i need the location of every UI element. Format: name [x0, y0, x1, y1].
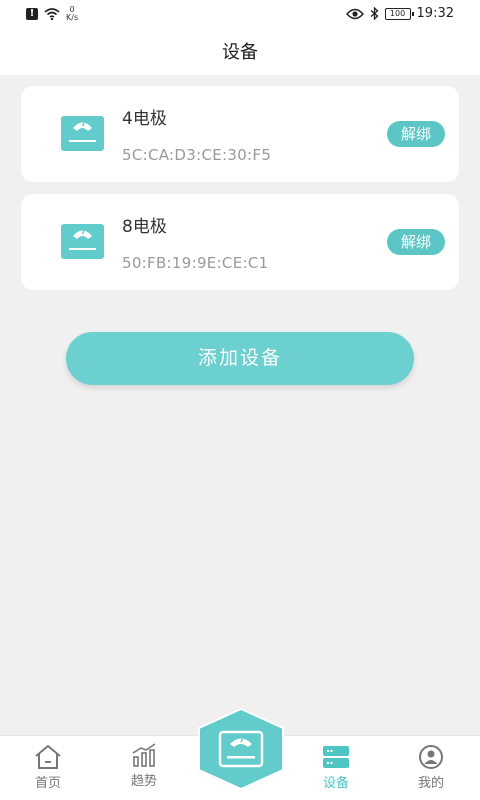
clock: 19:32	[416, 6, 454, 21]
status-right: 100 19:32	[345, 6, 454, 21]
device-name: 8电极	[122, 217, 167, 237]
nav-item-home[interactable]: 首页	[18, 744, 78, 791]
device-card[interactable]: 4电极 5C:CA:D3:CE:30:F5 解绑	[21, 86, 459, 182]
trend-icon	[132, 743, 156, 767]
nav-label: 设备	[322, 776, 349, 791]
device-card[interactable]: 8电极 50:FB:19:9E:CE:C1 解绑	[21, 194, 459, 290]
unbind-button[interactable]: 解绑	[387, 229, 445, 255]
nav-item-device[interactable]: 设备	[306, 744, 366, 791]
nav-item-mine[interactable]: 我的	[401, 744, 461, 791]
status-left: ! 0 K/s	[26, 6, 78, 22]
home-icon	[35, 745, 61, 769]
alert-icon: !	[26, 8, 38, 20]
nav-label: 趋势	[130, 774, 157, 789]
page-title: 设备	[222, 42, 258, 63]
hexagon-icon	[198, 707, 284, 791]
unbind-button[interactable]: 解绑	[387, 121, 445, 147]
net-speed: 0 K/s	[66, 6, 78, 22]
status-bar: ! 0 K/s 100 19:32	[0, 0, 480, 30]
header: 设备	[0, 30, 480, 75]
net-speed-unit: K/s	[66, 13, 79, 22]
bluetooth-icon	[370, 7, 378, 20]
scale-icon	[61, 224, 104, 259]
nav-item-trend[interactable]: 趋势	[114, 742, 174, 789]
device-name: 4电极	[122, 109, 167, 129]
nav-label: 我的	[417, 776, 444, 791]
center-scale-button[interactable]	[196, 707, 286, 791]
add-device-button[interactable]: 添加设备	[66, 332, 414, 385]
wifi-icon	[44, 8, 60, 20]
battery-icon: 100	[384, 7, 414, 20]
device-mac: 50:FB:19:9E:CE:C1	[122, 254, 269, 272]
nav-label: 首页	[34, 776, 61, 791]
profile-icon	[419, 745, 443, 769]
device-icon	[323, 746, 349, 768]
eye-icon	[345, 8, 364, 19]
device-mac: 5C:CA:D3:CE:30:F5	[122, 146, 272, 164]
scale-icon	[61, 116, 104, 151]
